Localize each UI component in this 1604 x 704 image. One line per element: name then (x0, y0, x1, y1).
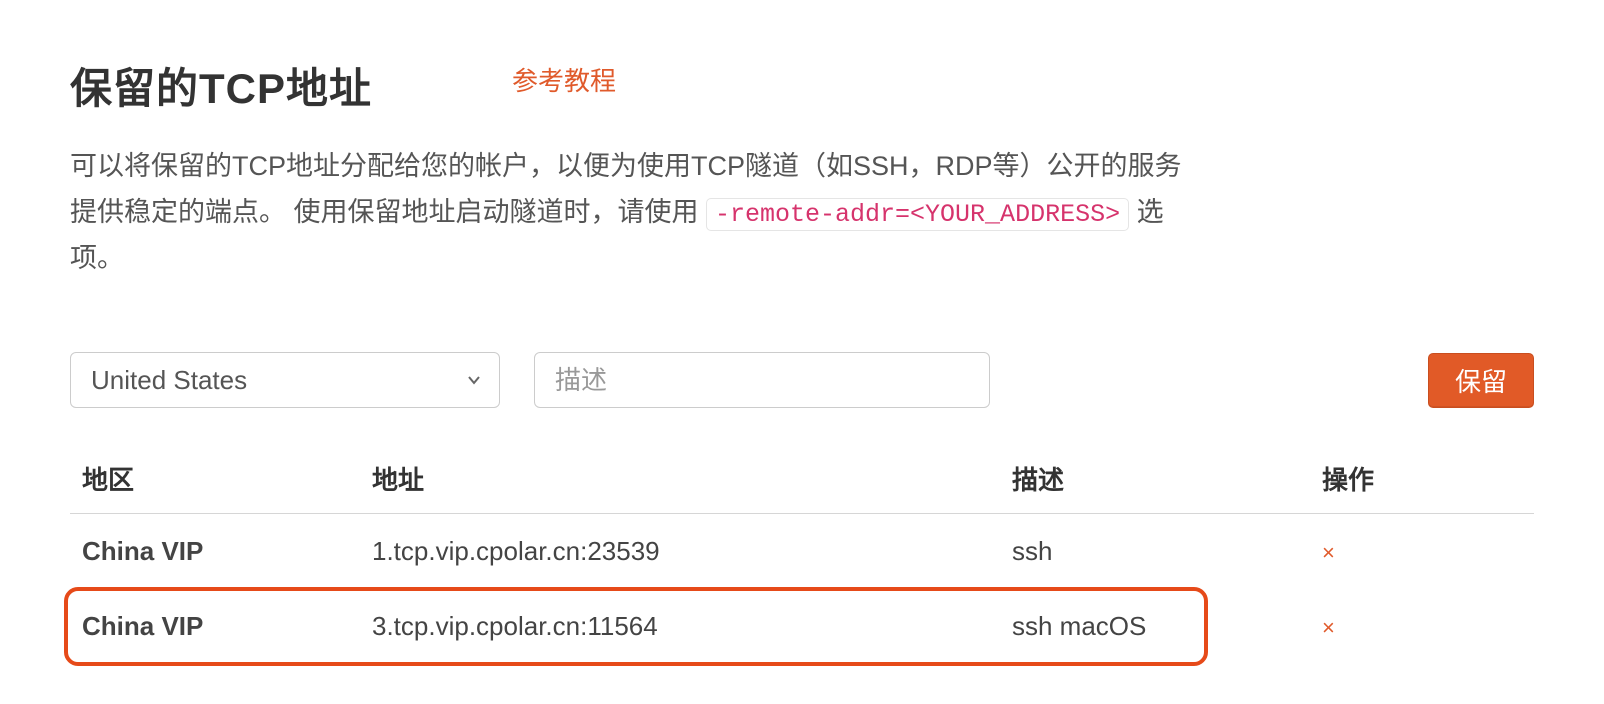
tutorial-link[interactable]: 参考教程 (512, 61, 616, 98)
table-row: China VIP 3.tcp.vip.cpolar.cn:11564 ssh … (70, 589, 1534, 664)
cell-description: ssh (1000, 514, 1310, 590)
page-title: 保留的TCP地址 (70, 55, 372, 116)
reserve-form-row: United States 保留 (70, 352, 1534, 408)
col-header-description: 描述 (1000, 444, 1310, 514)
table-row: China VIP 1.tcp.vip.cpolar.cn:23539 ssh … (70, 514, 1534, 590)
page-description: 可以将保留的TCP地址分配给您的帐户，以便为使用TCP隧道（如SSH，RDP等）… (70, 144, 1190, 282)
reserve-button[interactable]: 保留 (1428, 353, 1534, 408)
col-header-action: 操作 (1310, 444, 1534, 514)
cell-address: 1.tcp.vip.cpolar.cn:23539 (360, 514, 1000, 590)
col-header-region: 地区 (70, 444, 360, 514)
region-select[interactable]: United States (70, 352, 500, 408)
delete-button[interactable]: × (1322, 615, 1335, 641)
cell-region: China VIP (70, 514, 360, 590)
delete-button[interactable]: × (1322, 540, 1335, 566)
cell-region: China VIP (70, 589, 360, 664)
region-select-wrap: United States (70, 352, 500, 408)
inline-code-remote-addr: -remote-addr=<YOUR_ADDRESS> (706, 198, 1129, 231)
reserved-addresses-table: 地区 地址 描述 操作 China VIP 1.tcp.vip.cpolar.c… (70, 444, 1534, 664)
cell-address: 3.tcp.vip.cpolar.cn:11564 (360, 589, 1000, 664)
description-input[interactable] (534, 352, 990, 408)
col-header-address: 地址 (360, 444, 1000, 514)
cell-description: ssh macOS (1000, 589, 1310, 664)
